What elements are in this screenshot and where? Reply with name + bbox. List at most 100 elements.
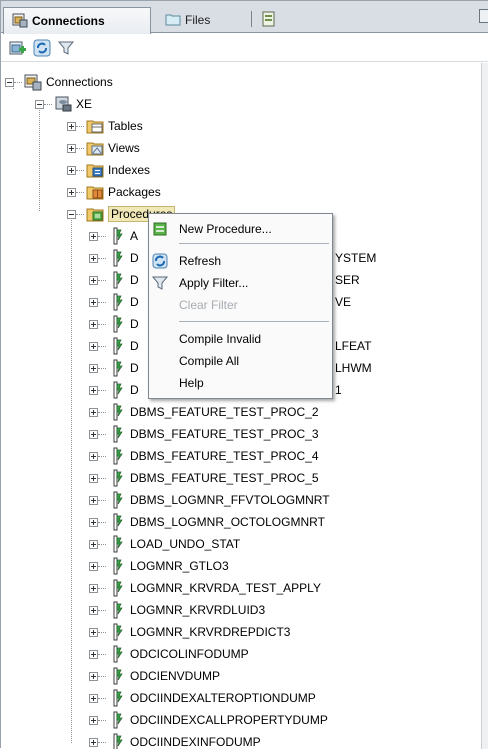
menu-item-help[interactable]: Help	[149, 372, 332, 394]
expand-toggle[interactable]	[89, 561, 98, 571]
tree-node-procedure[interactable]: D	[89, 335, 139, 357]
refresh-icon[interactable]	[33, 39, 51, 57]
tree-node-procedure[interactable]: DBMS_FEATURE_TEST_PROC_2	[89, 401, 319, 423]
tree-node-procedure[interactable]: D	[89, 291, 139, 313]
menu-item-compile-invalid[interactable]: Compile Invalid	[149, 328, 332, 350]
expand-toggle[interactable]	[89, 517, 98, 527]
refresh-icon	[151, 252, 169, 270]
tree-node-label: DBMS_FEATURE_TEST_PROC_5	[130, 471, 319, 485]
tree-guide	[71, 213, 72, 743]
expand-toggle[interactable]	[89, 341, 98, 351]
add-connection-icon[interactable]	[9, 39, 27, 57]
tree-node-procedure[interactable]: ODCICOLINFODUMP	[89, 643, 249, 665]
expand-toggle[interactable]	[89, 429, 98, 439]
expand-toggle[interactable]	[89, 407, 98, 417]
expand-toggle[interactable]	[67, 121, 76, 131]
tree-node-procedure[interactable]: D	[89, 269, 139, 291]
tree-node-procedure[interactable]: DBMS_LOGMNR_FFVTOLOGMNRT	[89, 489, 330, 511]
new-procedure-icon	[151, 220, 169, 238]
menu-item-apply-filter[interactable]: Apply Filter...	[149, 272, 332, 294]
tree-node-procedure[interactable]: DBMS_FEATURE_TEST_PROC_5	[89, 467, 319, 489]
tree-node-views[interactable]: Views	[67, 137, 140, 159]
tree-node-label: ODCIINDEXALTEROPTIONDUMP	[130, 691, 316, 705]
tree-node-procedure[interactable]: LOGMNR_KRVRDLUID3	[89, 599, 265, 621]
expand-toggle[interactable]	[89, 363, 98, 373]
expand-toggle[interactable]	[67, 187, 76, 197]
tree-node-xe[interactable]: XE	[35, 93, 92, 115]
tree-node-indexes[interactable]: Indexes	[67, 159, 150, 181]
menu-item-label: Compile Invalid	[179, 332, 262, 346]
expand-toggle[interactable]	[89, 495, 98, 505]
tree-node-procedure[interactable]: ODCIINDEXINFODUMP	[89, 731, 261, 749]
tree-node-procedure[interactable]: LOGMNR_KRVRDREPDICT3	[89, 621, 290, 643]
tab-files[interactable]: Files	[157, 7, 241, 33]
tree-node-label-tail: YSTEM	[335, 247, 376, 269]
tree-node-connections[interactable]: Connections	[5, 71, 113, 93]
procedure-icon	[108, 293, 126, 311]
tree-node-label: LOGMNR_KRVRDA_TEST_APPLY	[130, 581, 321, 595]
expand-toggle[interactable]	[89, 451, 98, 461]
minimize-button[interactable]	[479, 9, 488, 23]
tree-node-procedure[interactable]: ODCIINDEXALTEROPTIONDUMP	[89, 687, 316, 709]
menu-item-new-procedure[interactable]: New Procedure...	[149, 218, 332, 240]
tree-node-procedure[interactable]: ODCIINDEXCALLPROPERTYDUMP	[89, 709, 328, 731]
tree-node-tables[interactable]: Tables	[67, 115, 143, 137]
tree-node-procedure[interactable]: LOGMNR_GTLO3	[89, 555, 229, 577]
expand-toggle[interactable]	[89, 693, 98, 703]
procedure-icon	[108, 227, 126, 245]
menu-item-label: Apply Filter...	[179, 276, 249, 290]
tree-node-label: LFEAT	[335, 339, 372, 353]
menu-item-compile-all[interactable]: Compile All	[149, 350, 332, 372]
tab-strip: Connections Files	[1, 1, 488, 34]
tree-node-label: D	[130, 273, 139, 287]
expand-toggle[interactable]	[89, 737, 98, 747]
expand-toggle[interactable]	[89, 539, 98, 549]
collapse-toggle[interactable]	[67, 209, 76, 219]
expand-toggle[interactable]	[89, 671, 98, 681]
procedure-icon	[108, 447, 126, 465]
expand-toggle[interactable]	[89, 319, 98, 329]
expand-toggle[interactable]	[89, 253, 98, 263]
procedure-icon	[108, 381, 126, 399]
expand-toggle[interactable]	[89, 715, 98, 725]
tree-node-label-tail: VE	[335, 291, 351, 313]
expand-toggle[interactable]	[89, 649, 98, 659]
tree-node-procedure[interactable]: LOAD_UNDO_STAT	[89, 533, 240, 555]
tree-node-procedure[interactable]: D	[89, 313, 139, 335]
tree-node-procedure[interactable]: D	[89, 379, 139, 401]
tree-node-procedure[interactable]: D	[89, 247, 139, 269]
expand-toggle[interactable]	[89, 583, 98, 593]
tree-node-procedure[interactable]: DBMS_FEATURE_TEST_PROC_3	[89, 423, 319, 445]
expand-toggle[interactable]	[67, 165, 76, 175]
procedure-icon	[108, 403, 126, 421]
procedures-folder-icon	[86, 205, 104, 223]
collapse-toggle[interactable]	[5, 77, 14, 87]
expand-toggle[interactable]	[89, 231, 98, 241]
tab-reports[interactable]	[257, 7, 283, 33]
procedure-icon	[108, 711, 126, 729]
database-connection-icon	[54, 95, 72, 113]
expand-toggle[interactable]	[89, 297, 98, 307]
tree-node-packages[interactable]: Packages	[67, 181, 161, 203]
collapse-toggle[interactable]	[35, 99, 44, 109]
tree-node-procedure[interactable]: ODCIENVDUMP	[89, 665, 220, 687]
expand-toggle[interactable]	[89, 275, 98, 285]
tree-node-procedure[interactable]: DBMS_FEATURE_TEST_PROC_4	[89, 445, 319, 467]
tree-node-procedure[interactable]: DBMS_LOGMNR_OCTOLOGMNRT	[89, 511, 325, 533]
menu-item-refresh[interactable]: Refresh	[149, 250, 332, 272]
procedure-icon	[108, 491, 126, 509]
filter-icon[interactable]	[57, 39, 75, 57]
tree-node-procedure[interactable]: A	[89, 225, 138, 247]
expand-toggle[interactable]	[89, 385, 98, 395]
procedure-icon	[108, 557, 126, 575]
tab-connections[interactable]: Connections	[3, 7, 151, 34]
expand-toggle[interactable]	[89, 627, 98, 637]
expand-toggle[interactable]	[89, 473, 98, 483]
tree-node-procedure[interactable]: LOGMNR_KRVRDA_TEST_APPLY	[89, 577, 321, 599]
expand-toggle[interactable]	[67, 143, 76, 153]
tree-node-label: Connections	[46, 75, 113, 89]
menu-item-clear-filter[interactable]: Clear Filter	[149, 294, 332, 316]
tree-node-procedure[interactable]: D	[89, 357, 139, 379]
expand-toggle[interactable]	[89, 605, 98, 615]
vertical-scrollbar[interactable]	[481, 63, 488, 749]
